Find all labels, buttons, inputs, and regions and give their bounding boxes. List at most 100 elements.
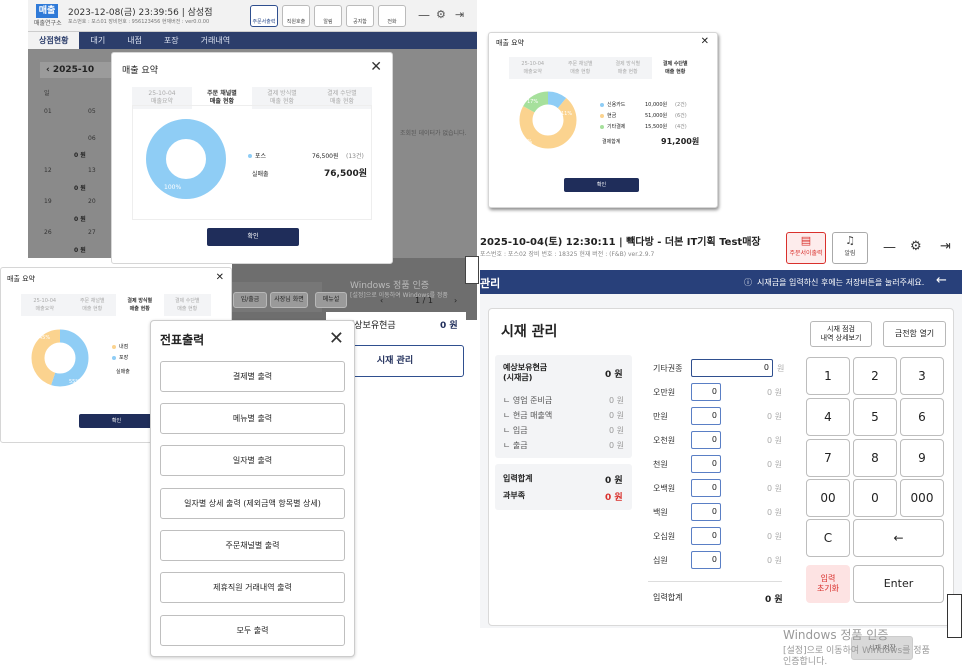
channel-donut-chart: 100% (146, 119, 226, 199)
tab-payment-sales[interactable]: 결제 수단별 매출 현황 (164, 294, 212, 316)
calendar-day[interactable]: 13 (88, 167, 96, 174)
open-drawer-button[interactable]: 금전함 열기 (883, 321, 946, 347)
phone-button[interactable]: 전화 (378, 5, 406, 27)
order-print-button[interactable]: ▤ 주문서이출력 (786, 232, 826, 264)
denom-total-label: 입력합계 (653, 593, 683, 602)
tab-daily-summary[interactable]: 25-10-04 매출요약 (21, 294, 69, 316)
ok-button[interactable]: 확인 (207, 228, 299, 246)
tab-dine-in[interactable]: 내점 (116, 32, 153, 49)
total-label: 결제합계 (602, 139, 621, 145)
month-label: 2025-10 (52, 65, 95, 75)
windows-watermark-sub: [설정]으로 이동하여 Windows를 정품 (350, 292, 448, 299)
close-icon[interactable]: ✕ (216, 272, 224, 283)
owner-screen-button[interactable]: 사장님 화면 (270, 292, 308, 308)
denom-input[interactable]: 0 (691, 527, 721, 545)
print-all-button[interactable]: 모두 출력 (160, 615, 345, 646)
denom-input[interactable]: 0 (691, 503, 721, 521)
calendar-day[interactable]: 20 (88, 198, 96, 205)
tab-takeout[interactable]: 포장 (153, 32, 190, 49)
denom-input[interactable]: 0 (691, 431, 721, 449)
pie-pct-label: 55% (69, 379, 80, 385)
denom-input[interactable]: 0 (691, 551, 721, 569)
print-by-payment-button[interactable]: 결제별 출력 (160, 361, 345, 392)
calendar-day[interactable]: 06 (88, 135, 96, 142)
legend-name: 포스 (255, 153, 267, 160)
deposit-withdraw-button[interactable]: 입/출금 (233, 292, 267, 308)
key-clear[interactable]: C (806, 519, 850, 557)
denom-input[interactable]: 0 (691, 479, 721, 497)
calendar-value: 0 원 (74, 185, 86, 192)
side-handle[interactable] (465, 256, 479, 284)
alarm-button[interactable]: ♫ 알림 (832, 232, 868, 264)
slip-print-modal: 전표출력 ✕ 결제별 출력 메뉴별 출력 일자별 출력 일자별 상세 출력 (제… (150, 320, 355, 657)
key-backspace[interactable]: ← (853, 519, 944, 557)
calendar-day[interactable]: 26 (44, 229, 52, 236)
sub-item-value: 0 원 (609, 411, 624, 420)
calendar-day[interactable]: 01 (44, 108, 52, 115)
order-print-button[interactable]: 주문서출력 (250, 5, 278, 27)
denom-input[interactable]: 0 (691, 455, 721, 473)
calendar-day[interactable]: 12 (44, 167, 52, 174)
tab-payment-sales[interactable]: 결제 수단별 매출 현황 (651, 57, 699, 79)
key-4[interactable]: 4 (806, 398, 850, 436)
staff-call-button[interactable]: 직원호출 (282, 5, 310, 27)
print-by-channel-button[interactable]: 주문채널별 출력 (160, 530, 345, 561)
key-9[interactable]: 9 (900, 439, 944, 477)
close-icon[interactable]: ✕ (370, 60, 382, 74)
history-detail-button[interactable]: 시재 점검 내역 상세보기 (810, 321, 872, 347)
print-partner-staff-button[interactable]: 제휴직원 거래내역 출력 (160, 572, 345, 603)
menu-setting-button[interactable]: 메뉴설 (315, 292, 347, 308)
tab-transactions[interactable]: 거래내역 (190, 32, 241, 49)
key-00[interactable]: 00 (806, 479, 850, 517)
key-5[interactable]: 5 (853, 398, 897, 436)
tab-method-sales[interactable]: 결제 방식별 매출 현황 (116, 294, 164, 316)
legend-name: 기타결제 (607, 124, 626, 130)
title-bar: 관리 ⓘ 시재금을 입력하신 후에는 저장버튼을 눌러주세요. ← (480, 270, 962, 294)
tab-daily-summary[interactable]: 25-10-04 매출요약 (509, 57, 557, 79)
key-8[interactable]: 8 (853, 439, 897, 477)
denom-input[interactable]: 0 (691, 359, 773, 377)
close-icon[interactable]: ✕ (701, 36, 709, 47)
key-2[interactable]: 2 (853, 357, 897, 395)
tab-waiting[interactable]: 대기 (79, 32, 116, 49)
side-handle[interactable] (947, 594, 962, 638)
reset-input-button[interactable]: 입력 초기화 (806, 565, 850, 603)
tab-channel-sales[interactable]: 주문 채널별 매출 현황 (557, 57, 605, 79)
key-7[interactable]: 7 (806, 439, 850, 477)
logout-icon[interactable]: ⇥ (940, 239, 951, 254)
calendar-day[interactable]: 05 (88, 108, 96, 115)
print-by-date-detail-button[interactable]: 일자별 상세 출력 (제외금액 항목별 상세) (160, 488, 345, 519)
ok-button[interactable]: 확인 (564, 178, 639, 192)
print-by-date-button[interactable]: 일자별 출력 (160, 445, 345, 476)
calendar-day[interactable]: 27 (88, 229, 96, 236)
back-arrow-icon[interactable]: ← (936, 273, 947, 288)
denom-amount: 0 원 (767, 484, 782, 493)
print-by-menu-button[interactable]: 메뉴별 출력 (160, 403, 345, 434)
tab-method-sales[interactable]: 결제 방식별 매출 현황 (604, 57, 652, 79)
key-0[interactable]: 0 (853, 479, 897, 517)
key-6[interactable]: 6 (900, 398, 944, 436)
denom-input[interactable]: 0 (691, 383, 721, 401)
chevron-left-icon[interactable]: ‹ (46, 65, 53, 75)
key-1[interactable]: 1 (806, 357, 850, 395)
logout-icon[interactable]: ⇥ (455, 8, 464, 21)
gear-icon[interactable]: ⚙ (910, 239, 922, 254)
minimize-icon[interactable]: — (883, 240, 896, 255)
alarm-button[interactable]: 알림 (314, 5, 342, 27)
tab-store-status[interactable]: 상점현황 (28, 32, 80, 49)
gear-icon[interactable]: ⚙ (436, 8, 446, 21)
close-icon[interactable]: ✕ (329, 328, 344, 349)
denom-input[interactable]: 0 (691, 407, 721, 425)
denom-amount: 0 원 (767, 508, 782, 517)
chevron-right-icon[interactable]: › (454, 296, 457, 305)
legend-value: 10,000원 (645, 102, 668, 108)
notice-button[interactable]: 공지함 (346, 5, 374, 27)
enter-button[interactable]: Enter (853, 565, 944, 603)
minimize-icon[interactable]: — (418, 8, 430, 22)
tab-channel-sales[interactable]: 주문 채널별 매출 현황 (69, 294, 117, 316)
calendar-day[interactable]: 19 (44, 198, 52, 205)
key-000[interactable]: 000 (900, 479, 944, 517)
key-3[interactable]: 3 (900, 357, 944, 395)
ok-button[interactable]: 확인 (79, 414, 154, 428)
sub-item-value: 0 원 (609, 426, 624, 435)
